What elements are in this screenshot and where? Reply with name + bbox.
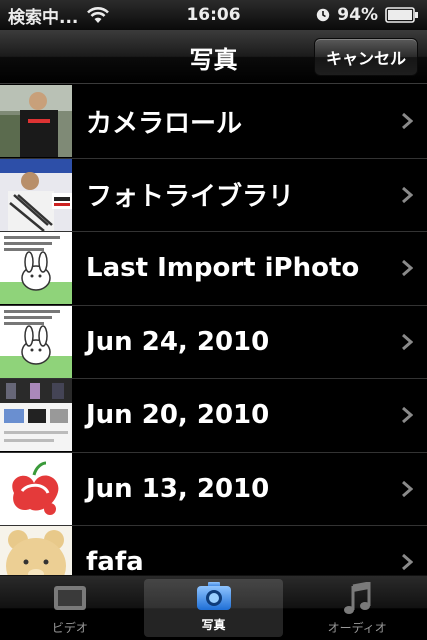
chevron-right-icon [402, 480, 413, 497]
album-thumbnail [0, 85, 72, 158]
album-label: カメラロール [86, 108, 243, 139]
album-thumbnail [0, 379, 72, 452]
chevron-right-icon [402, 186, 413, 203]
album-row-fafa[interactable]: fafa [0, 526, 427, 575]
album-row-camera-roll[interactable]: カメラロール [0, 85, 427, 159]
album-row-jun-13[interactable]: Jun 13, 2010 [0, 452, 427, 526]
tab-label: 写真 [201, 618, 226, 632]
tab-bar: ビデオ 写真 オーディオ [0, 575, 427, 640]
status-left: 検索中... [8, 3, 110, 28]
album-thumbnail [0, 526, 72, 575]
cancel-button[interactable]: キャンセル [314, 38, 418, 76]
chevron-right-icon [402, 333, 413, 350]
chevron-right-icon [402, 113, 413, 130]
battery-icon [385, 7, 418, 23]
album-label: fafa [86, 547, 144, 575]
navigation-bar: 写真 キャンセル [0, 30, 427, 84]
tab-video[interactable]: ビデオ [0, 576, 140, 640]
album-thumbnail [0, 158, 72, 231]
camera-icon [196, 582, 231, 610]
album-row-last-import[interactable]: Last Import iPhoto [0, 232, 427, 306]
chevron-right-icon [402, 260, 413, 277]
battery-percent: 94% [337, 5, 378, 25]
carrier-text: 検索中... [8, 7, 79, 28]
album-row-jun-20[interactable]: Jun 20, 2010 [0, 379, 427, 453]
status-bar: 検索中... 16:06 94% [0, 0, 427, 30]
album-label: Last Import iPhoto [86, 253, 360, 284]
album-list: カメラロール フォトライブラリ Last Import iPhoto Jun 2… [0, 85, 427, 575]
album-thumbnail [0, 305, 72, 378]
tab-audio[interactable]: オーディオ [287, 576, 427, 640]
alarm-clock-icon [317, 8, 330, 22]
album-row-jun-24[interactable]: Jun 24, 2010 [0, 305, 427, 379]
wifi-icon [87, 7, 110, 23]
music-note-icon [344, 582, 371, 614]
chevron-right-icon [402, 407, 413, 424]
album-thumbnail [0, 452, 72, 525]
album-row-photo-library[interactable]: フォトライブラリ [0, 158, 427, 232]
album-label: Jun 13, 2010 [86, 473, 270, 504]
tab-photos[interactable]: 写真 [143, 579, 284, 637]
album-label: フォトライブラリ [86, 182, 295, 213]
album-label: Jun 20, 2010 [86, 400, 270, 431]
tab-label: ビデオ [51, 621, 88, 635]
album-label: Jun 24, 2010 [86, 326, 270, 357]
chevron-right-icon [402, 554, 413, 571]
status-right: 94% [316, 5, 419, 25]
album-thumbnail [0, 232, 72, 305]
tab-label: オーディオ [327, 621, 387, 635]
video-icon [53, 586, 86, 610]
